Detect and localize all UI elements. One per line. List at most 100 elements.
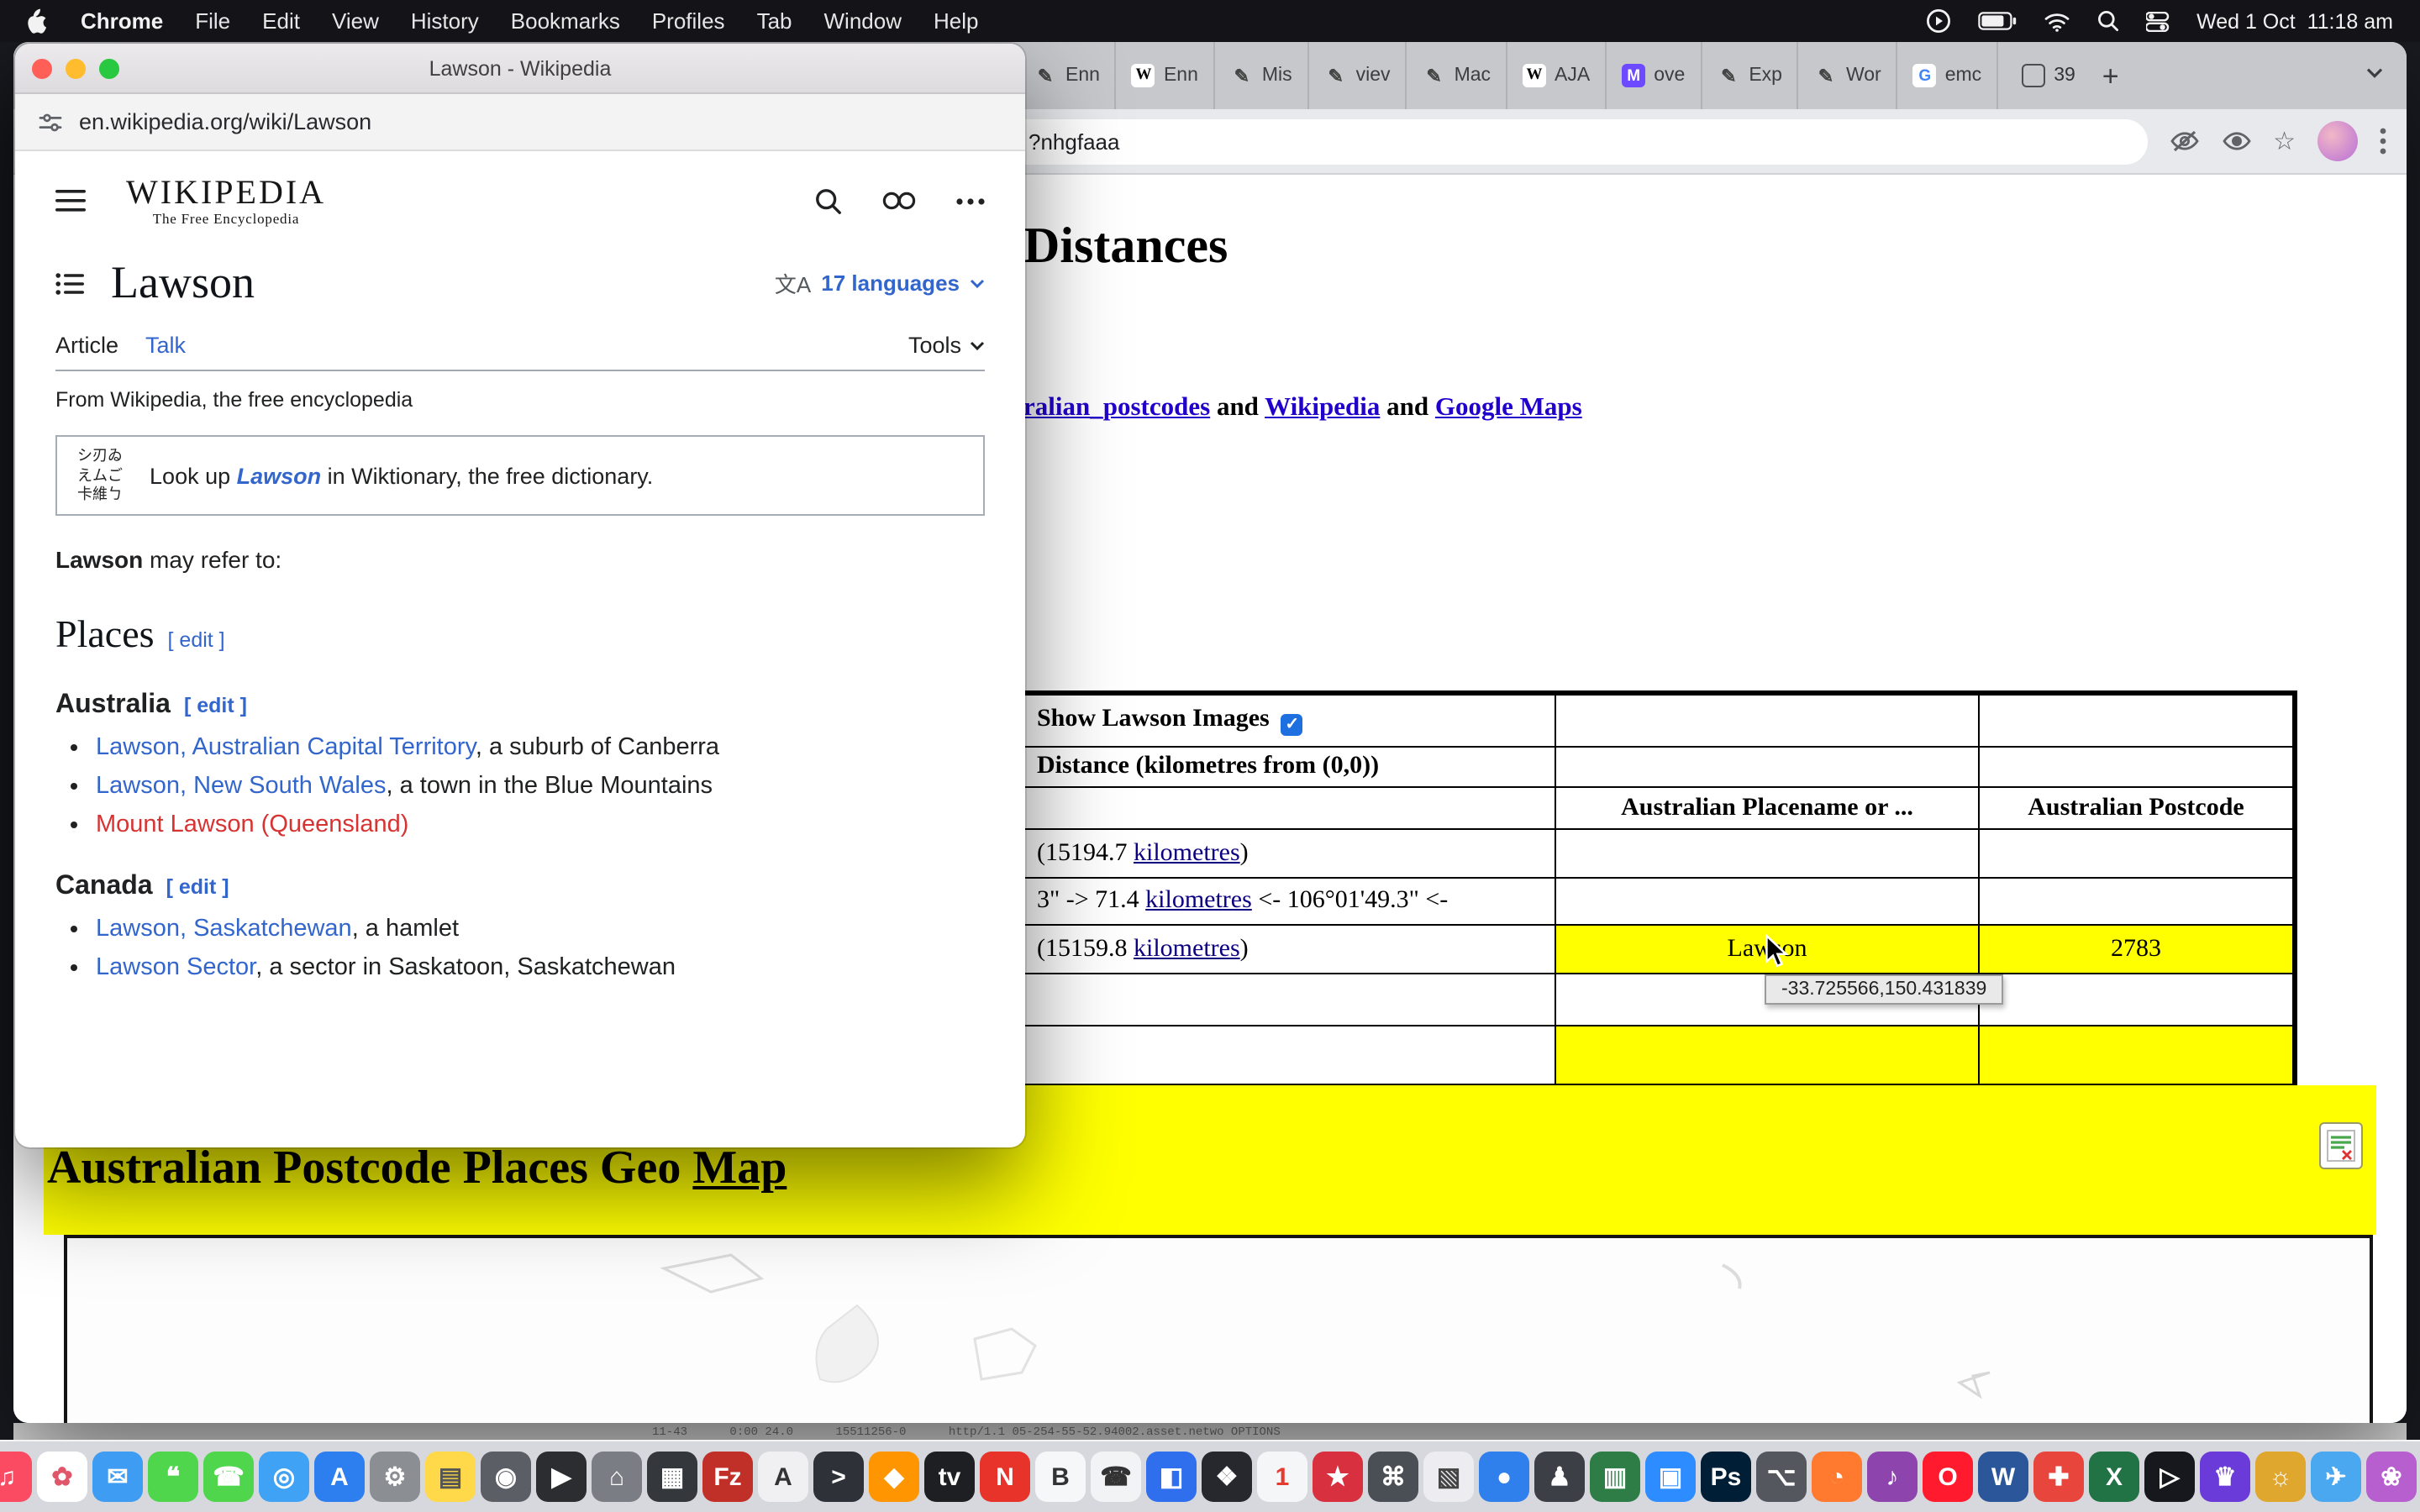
dock-icon-app-store[interactable]: A: [314, 1452, 365, 1502]
dock-icon-player[interactable]: ▷: [2144, 1452, 2195, 1502]
tab-counter[interactable]: 39: [2022, 64, 2075, 87]
dock-icon-app-star[interactable]: ★: [1313, 1452, 1363, 1502]
menu-item-view[interactable]: View: [332, 8, 379, 34]
lawson-sector-link[interactable]: Lawson Sector: [96, 954, 255, 981]
tools-menu[interactable]: Tools: [908, 333, 985, 359]
postcode-input-cell[interactable]: [1979, 1026, 2295, 1086]
wikipedia-link[interactable]: Wikipedia: [1265, 393, 1380, 422]
dock-icon-zoom[interactable]: ▣: [1645, 1452, 1696, 1502]
languages-button[interactable]: 文A 17 languages: [775, 268, 985, 300]
hamburger-menu-icon[interactable]: [55, 190, 86, 212]
mount-lawson-link[interactable]: Mount Lawson (Queensland): [96, 811, 408, 838]
dock-icon-numbers[interactable]: ▥: [1590, 1452, 1640, 1502]
dock-icon-firefox[interactable]: ◆: [869, 1452, 919, 1502]
map-area[interactable]: [64, 1235, 2373, 1423]
menubar-clock[interactable]: Wed 1 Oct 11:18 am: [2196, 9, 2393, 33]
menu-item-bookmarks[interactable]: Bookmarks: [511, 8, 620, 34]
dock-icon-app-orange[interactable]: ◔: [1812, 1452, 1862, 1502]
browser-tab[interactable]: ✎Wor: [1799, 42, 1898, 109]
dock-icon-phone[interactable]: ☎: [1091, 1452, 1141, 1502]
lawson-act-link[interactable]: Lawson, Australian Capital Territory: [96, 734, 476, 761]
google-maps-link[interactable]: Google Maps: [1435, 393, 1582, 422]
edit-link[interactable]: [ edit ]: [168, 628, 225, 652]
tab-list-chevron-icon[interactable]: [2366, 67, 2383, 79]
menu-item-window[interactable]: Window: [824, 8, 902, 34]
eye-off-icon[interactable]: [2169, 129, 2199, 153]
kilometres-link[interactable]: kilometres: [1134, 839, 1240, 866]
bookmark-star-icon[interactable]: ☆: [2273, 129, 2296, 154]
dock-icon-calendar[interactable]: 1: [1257, 1452, 1307, 1502]
wiktionary-lawson-link[interactable]: Lawson: [237, 463, 322, 488]
dock-icon-opera[interactable]: O: [1923, 1452, 1973, 1502]
browser-tab[interactable]: WAJA: [1507, 42, 1607, 109]
dock-icon-app-plus[interactable]: ✚: [2033, 1452, 2084, 1502]
edit-link[interactable]: [ edit ]: [166, 875, 229, 899]
window-url-bar[interactable]: en.wikipedia.org/wiki/Lawson: [15, 94, 1025, 151]
dock-icon-photoshop[interactable]: Ps: [1701, 1452, 1751, 1502]
wifi-icon[interactable]: [2044, 11, 2070, 31]
wikipedia-logo[interactable]: WIKIPEDIA The Free Encyclopedia: [126, 175, 326, 228]
kilometres-link[interactable]: kilometres: [1134, 935, 1240, 962]
dock-icon-travel[interactable]: ✈: [2311, 1452, 2361, 1502]
menu-item-profiles[interactable]: Profiles: [652, 8, 725, 34]
show-images-checkbox[interactable]: ✓: [1281, 714, 1303, 736]
dock-icon-app-a[interactable]: A: [758, 1452, 808, 1502]
dock-icon-music[interactable]: ♫: [0, 1452, 32, 1502]
dock-icon-quicktime[interactable]: ▶: [536, 1452, 587, 1502]
toc-icon[interactable]: [55, 272, 84, 296]
edit-link[interactable]: [ edit ]: [184, 694, 247, 717]
apple-menu-icon[interactable]: [27, 8, 49, 34]
dock-icon-filezilla[interactable]: Fz: [702, 1452, 753, 1502]
new-tab-button[interactable]: +: [2102, 61, 2119, 90]
dock-icon-notes[interactable]: ▤: [425, 1452, 476, 1502]
dock-icon-tv[interactable]: tv: [924, 1452, 975, 1502]
kilometres-link[interactable]: kilometres: [1145, 887, 1252, 914]
dock-icon-calculator[interactable]: ▦: [647, 1452, 697, 1502]
tune-icon[interactable]: [39, 112, 62, 132]
dock-icon-safari[interactable]: ◎: [259, 1452, 309, 1502]
eye-icon[interactable]: [2221, 129, 2251, 153]
dock-icon-facetime[interactable]: ☎: [203, 1452, 254, 1502]
dock-icon-photo-booth[interactable]: ◉: [481, 1452, 531, 1502]
dock-icon-app-opt[interactable]: ⌥: [1756, 1452, 1807, 1502]
dock-icon-home[interactable]: ⌂: [592, 1452, 642, 1502]
browser-tab[interactable]: ✎Mac: [1407, 42, 1507, 109]
dock-icon-app-dark[interactable]: ❖: [1202, 1452, 1252, 1502]
account-icon[interactable]: [882, 192, 916, 210]
window-title-bar[interactable]: Lawson - Wikipedia: [15, 44, 1025, 94]
more-menu-icon[interactable]: [956, 197, 985, 204]
browser-tab[interactable]: ✎Mis: [1215, 42, 1309, 109]
dock-icon-system-settings[interactable]: ⚙: [370, 1452, 420, 1502]
dock-icon-chess[interactable]: ♟: [1534, 1452, 1585, 1502]
dock-icon-preview[interactable]: ▧: [1423, 1452, 1474, 1502]
tab-talk[interactable]: Talk: [145, 333, 186, 359]
search-icon[interactable]: [815, 187, 842, 214]
menu-item-history[interactable]: History: [411, 8, 479, 34]
menu-item-edit[interactable]: Edit: [262, 8, 300, 34]
browser-tab[interactable]: ✎Exp: [1702, 42, 1799, 109]
menu-item-tab[interactable]: Tab: [757, 8, 792, 34]
dock-icon-browser[interactable]: ●: [1479, 1452, 1529, 1502]
battery-icon[interactable]: [1978, 12, 2017, 30]
notes-page-icon[interactable]: [2319, 1122, 2363, 1169]
placename-input-cell[interactable]: [1555, 1026, 1979, 1086]
browser-tab[interactable]: ✎viev: [1309, 42, 1407, 109]
dock-icon-app-flower[interactable]: ❀: [2366, 1452, 2417, 1502]
postcodes-link[interactable]: ralian_postcodes: [1023, 393, 1210, 422]
dock-icon-excel[interactable]: X: [2089, 1452, 2139, 1502]
dock-icon-bbedit[interactable]: B: [1035, 1452, 1086, 1502]
postcode-cell[interactable]: 2783: [1979, 925, 2295, 974]
dock-icon-word[interactable]: W: [1978, 1452, 2028, 1502]
screen-record-icon[interactable]: [1926, 8, 1951, 34]
browser-menu-kebab-icon[interactable]: [2380, 128, 2386, 155]
browser-tab[interactable]: WEnn: [1117, 42, 1215, 109]
dock-icon-podcasts[interactable]: ♪: [1867, 1452, 1918, 1502]
browser-tab[interactable]: Move: [1607, 42, 1702, 109]
menu-item-help[interactable]: Help: [934, 8, 979, 34]
dock-icon-dropbox[interactable]: ◧: [1146, 1452, 1197, 1502]
dock-icon-photos[interactable]: ✿: [37, 1452, 87, 1502]
browser-tab[interactable]: Gemc: [1898, 42, 1998, 109]
dock-icon-terminal[interactable]: >: [813, 1452, 864, 1502]
control-center-icon[interactable]: [2146, 11, 2170, 31]
tab-article[interactable]: Article: [55, 333, 118, 359]
